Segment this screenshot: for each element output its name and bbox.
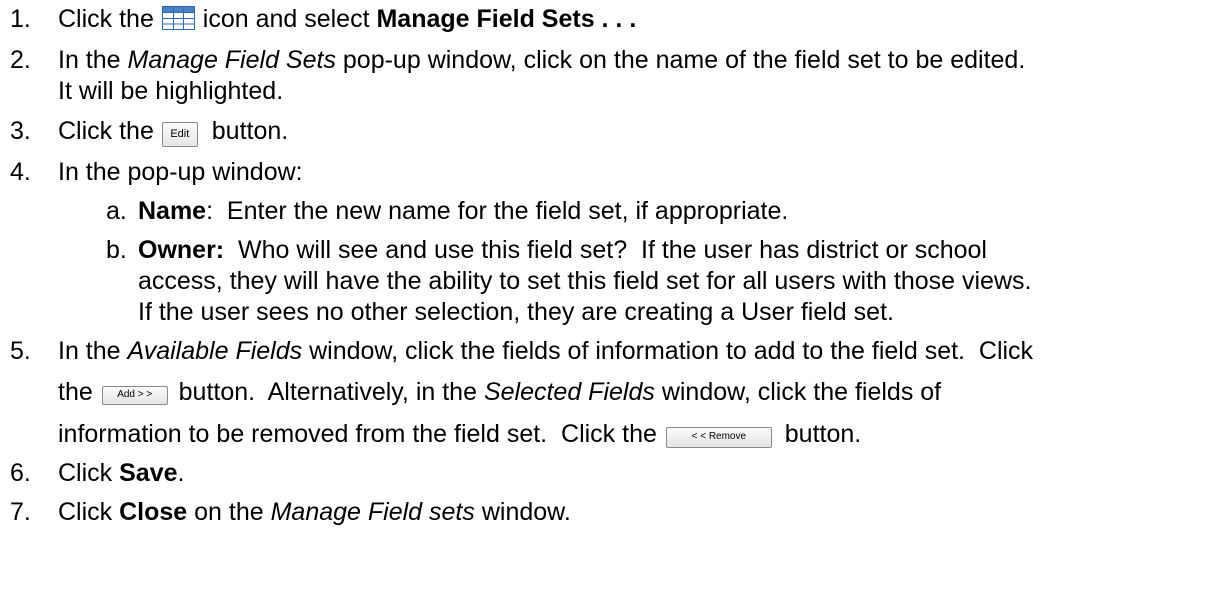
text-fragment: window, click the fields of <box>654 378 942 406</box>
text-fragment: Click the <box>58 5 161 33</box>
step-text: In the pop-up window: <box>58 158 303 186</box>
text-fragment: In the <box>58 337 128 365</box>
text-fragment: button. Alternatively, in the <box>171 378 484 406</box>
substep-text: Name: Enter the new name for the field s… <box>138 196 788 226</box>
edit-button[interactable]: Edit <box>161 122 198 147</box>
text-fragment: window. <box>474 498 571 526</box>
menu-item-manage-field-sets: Manage Field Sets . . . <box>376 5 637 33</box>
text-fragment: Click <box>58 459 120 487</box>
close-action: Close <box>119 498 188 526</box>
text-fragment: Click <box>58 498 120 526</box>
text-fragment: on the <box>187 498 271 526</box>
window-name: Manage Field sets <box>270 498 475 526</box>
field-label-name: Name <box>138 197 207 225</box>
add-button[interactable]: Add > > <box>101 386 168 405</box>
step-number: 7. <box>10 498 31 526</box>
step-text: Click Close on the Manage Field sets win… <box>58 497 571 527</box>
step-text: In the Manage Field Sets pop-up window, … <box>58 45 1025 75</box>
step-text: It will be highlighted. <box>58 77 284 105</box>
step-text: Click the icon and select Manage Field S… <box>58 4 636 34</box>
step-text: the Add > > button. Alternatively, in th… <box>58 377 941 407</box>
text-fragment: button. <box>204 117 289 145</box>
text-fragment: . <box>177 459 185 487</box>
step-number: 3. <box>10 117 31 145</box>
step-number: 2. <box>10 46 31 74</box>
text-fragment: the <box>58 378 100 406</box>
text-fragment: Click the <box>58 117 161 145</box>
step-text: Click the Edit button. <box>58 116 288 147</box>
text-fragment: window, click the fields of information … <box>302 337 1034 365</box>
text-fragment: Who will see and use this field set? If … <box>224 236 987 264</box>
text-fragment: button. <box>777 420 862 448</box>
field-label-owner: Owner: <box>138 236 225 264</box>
text-fragment: In the <box>58 46 128 74</box>
substep-text: If the user sees no other selection, the… <box>138 298 894 326</box>
text-fragment: : Enter the new name for the field set, … <box>206 197 789 225</box>
text-fragment: icon and select <box>195 5 377 33</box>
step-number: 1. <box>10 5 31 33</box>
step-text: In the Available Fields window, click th… <box>58 336 1033 366</box>
grid-table-icon[interactable] <box>161 6 195 30</box>
step-number: 4. <box>10 158 31 186</box>
substep-text: access, they will have the ability to se… <box>138 267 1032 295</box>
window-name: Available Fields <box>127 337 303 365</box>
save-action: Save <box>119 459 178 487</box>
step-number: 5. <box>10 337 31 365</box>
substep-text: Owner: Who will see and use this field s… <box>138 235 987 265</box>
substep-letter: b. <box>106 236 127 264</box>
step-text: Click Save. <box>58 458 184 488</box>
text-fragment: pop-up window, click on the name of the … <box>335 46 1026 74</box>
substep-letter: a. <box>106 197 127 225</box>
text-fragment: information to be removed from the field… <box>58 420 664 448</box>
window-name: Manage Field Sets <box>127 46 336 74</box>
remove-button[interactable]: < < Remove <box>665 427 772 448</box>
window-name: Selected Fields <box>483 378 655 406</box>
step-number: 6. <box>10 459 31 487</box>
step-text: information to be removed from the field… <box>58 419 861 449</box>
